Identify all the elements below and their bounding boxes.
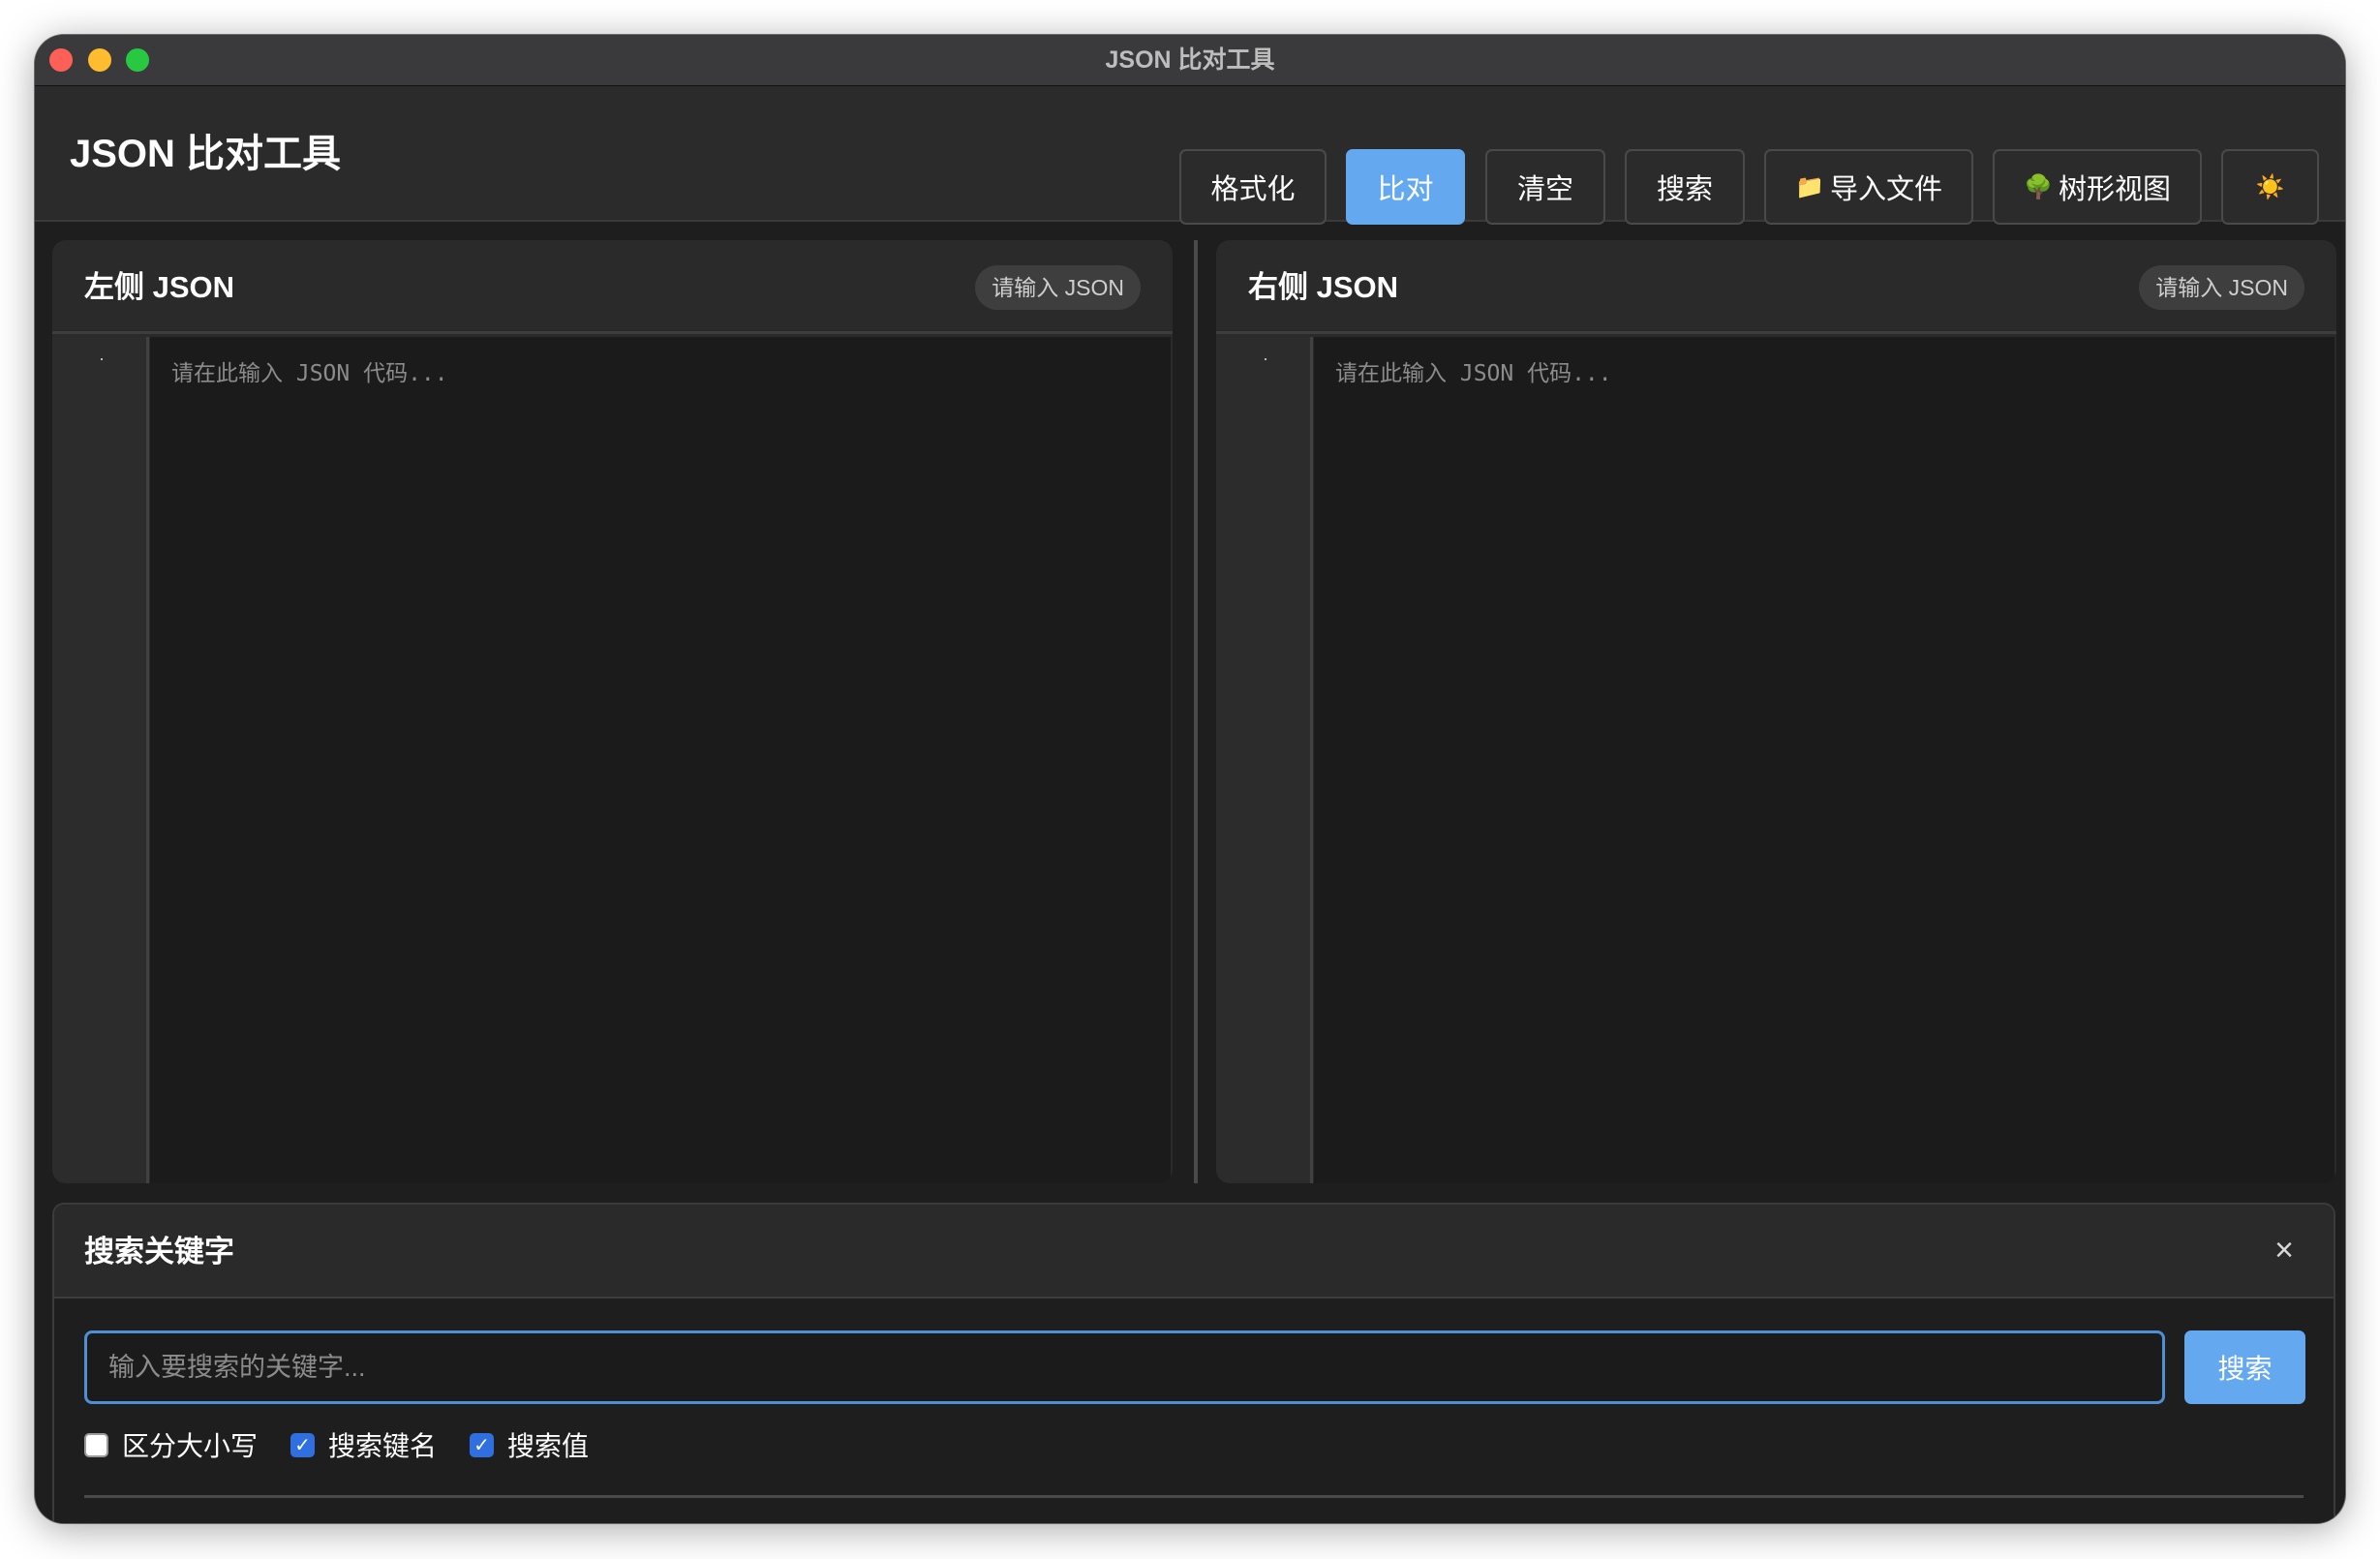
right-json-panel: 右侧 JSON 请输入 JSON ·	[1216, 240, 2336, 1183]
tree-view-button[interactable]: 🌳 树形视图	[1993, 149, 2202, 225]
search-values-label: 搜索值	[507, 1431, 590, 1461]
compare-button[interactable]: 比对	[1346, 149, 1465, 225]
line-marker: ·	[1263, 349, 1268, 368]
tree-view-label: 树形视图	[2058, 174, 2171, 205]
close-icon[interactable]: ×	[2265, 1231, 2304, 1269]
panel-resize-divider[interactable]	[1194, 240, 1198, 1183]
format-button[interactable]: 格式化	[1179, 149, 1327, 225]
left-panel-header: 左侧 JSON 请输入 JSON	[52, 240, 1173, 334]
left-json-editor[interactable]	[150, 337, 1171, 1183]
search-keys-checkbox[interactable]: ✓	[290, 1432, 316, 1457]
app-title: JSON 比对工具	[70, 133, 342, 175]
case-sensitive-label: 区分大小写	[122, 1431, 259, 1461]
theme-toggle-button[interactable]: ☀️	[2221, 149, 2319, 225]
title-bar: JSON 比对工具	[35, 35, 2345, 86]
import-file-label: 导入文件	[1829, 174, 1942, 205]
search-values-checkbox[interactable]: ✓	[470, 1432, 495, 1457]
search-keys-option[interactable]: ✓ 搜索键名	[290, 1425, 437, 1464]
right-status-badge: 请输入 JSON	[2139, 265, 2304, 310]
search-panel-title: 搜索关键字	[84, 1235, 234, 1269]
window-title: JSON 比对工具	[1105, 46, 1275, 74]
tree-icon: 🌳	[2024, 173, 2053, 200]
right-panel-header: 右侧 JSON 请输入 JSON	[1216, 240, 2336, 334]
right-line-gutter: ·	[1216, 337, 1313, 1183]
search-input[interactable]	[84, 1330, 2165, 1404]
search-panel: 搜索关键字 × 搜索 区分大小写 ✓ 搜索键名 ✓ 搜索值	[52, 1203, 2335, 1523]
case-sensitive-option[interactable]: 区分大小写	[84, 1425, 258, 1464]
search-keys-label: 搜索键名	[328, 1431, 438, 1461]
search-toggle-button[interactable]: 搜索	[1625, 149, 1745, 225]
app-window: JSON 比对工具 JSON 比对工具 格式化 比对 清空 搜索 📁 导入文件 …	[35, 35, 2345, 1523]
line-marker: ·	[99, 349, 105, 368]
right-panel-title: 右侧 JSON	[1248, 270, 1399, 304]
app-header: JSON 比对工具 格式化 比对 清空 搜索 📁 导入文件 🌳 树形视图 ☀️	[35, 86, 2345, 225]
results-divider	[84, 1495, 2304, 1498]
case-sensitive-checkbox[interactable]	[84, 1432, 108, 1457]
left-status-badge: 请输入 JSON	[975, 265, 1141, 310]
search-values-option[interactable]: ✓ 搜索值	[470, 1425, 589, 1464]
search-panel-header: 搜索关键字 ×	[54, 1205, 2334, 1299]
left-line-gutter: ·	[52, 337, 149, 1183]
search-options: 区分大小写 ✓ 搜索键名 ✓ 搜索值	[84, 1425, 622, 1464]
sun-icon: ☀️	[2255, 173, 2285, 200]
import-file-button[interactable]: 📁 导入文件	[1764, 149, 1973, 225]
left-json-panel: 左侧 JSON 请输入 JSON ·	[52, 240, 1173, 1183]
right-json-editor[interactable]	[1314, 337, 2334, 1183]
folder-icon: 📁	[1795, 173, 1824, 200]
search-submit-button[interactable]: 搜索	[2184, 1330, 2305, 1404]
clear-button[interactable]: 清空	[1485, 149, 1605, 225]
left-panel-title: 左侧 JSON	[84, 270, 235, 304]
